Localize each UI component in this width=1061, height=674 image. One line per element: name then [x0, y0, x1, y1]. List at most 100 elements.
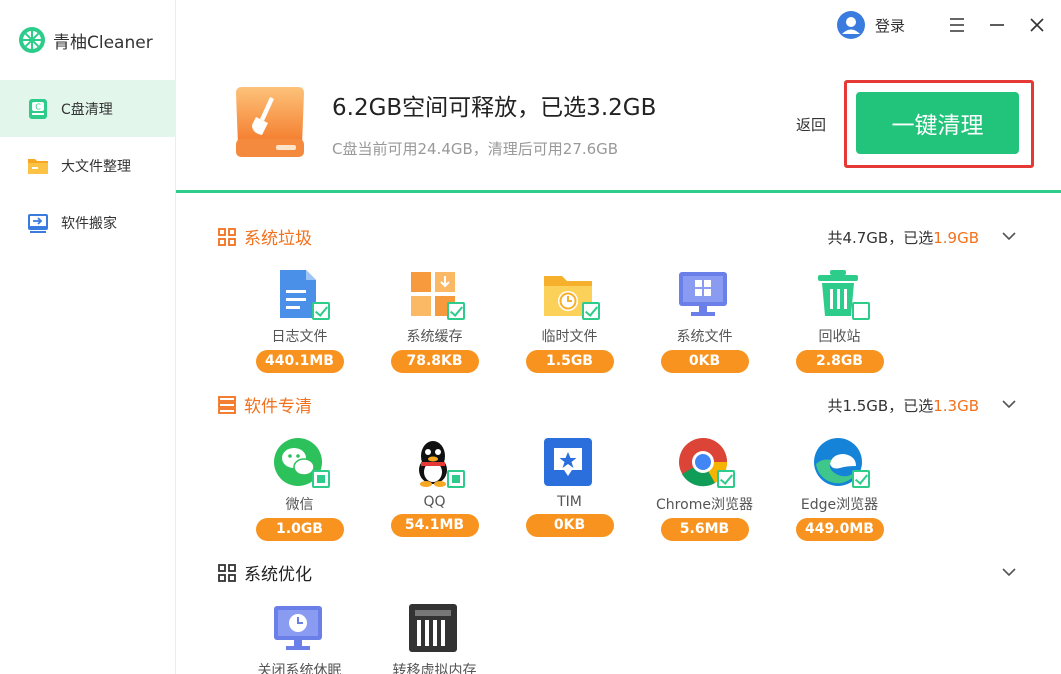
checkbox[interactable]: [851, 470, 870, 488]
chevron-down-icon[interactable]: [1001, 396, 1017, 412]
recycle-bin-icon: [812, 268, 870, 320]
tile-label: 系统缓存: [406, 329, 463, 345]
tile-system-files[interactable]: 系统文件 0KB: [637, 268, 772, 373]
tile-temp-files[interactable]: 临时文件 1.5GB: [502, 268, 637, 373]
folder-icon: [28, 158, 48, 174]
sidebar: 青柚Cleaner C C盘清理 大文件整理 软件搬家: [0, 0, 176, 674]
size-badge: 1.0GB: [255, 518, 344, 541]
tile-move-virtual-memory[interactable]: 转移虚拟内存: [367, 602, 502, 674]
tim-icon: [542, 436, 598, 488]
hibernate-monitor-icon: [272, 602, 328, 654]
checkbox[interactable]: [581, 302, 600, 320]
tile-label: 日志文件: [271, 329, 328, 345]
section-title: 软件专清: [244, 397, 312, 417]
memory-chip-icon: [407, 602, 463, 654]
one-click-clean-button[interactable]: 一键清理: [856, 92, 1019, 154]
app-logo: 青柚Cleaner: [18, 26, 153, 54]
chevron-down-icon[interactable]: [1001, 228, 1017, 244]
junk-tiles: 日志文件 440.1MB 系统缓存 78.8KB 临时文件 1.5GB 系统文件…: [232, 268, 907, 373]
sidebar-item-large-files[interactable]: 大文件整理: [0, 137, 176, 194]
sidebar-item-label: 软件搬家: [61, 215, 117, 232]
qq-penguin-icon: [407, 436, 465, 488]
tile-system-cache[interactable]: 系统缓存 78.8KB: [367, 268, 502, 373]
tile-label: Edge浏览器: [800, 497, 879, 513]
back-link[interactable]: 返回: [796, 114, 826, 135]
size-badge: 78.8KB: [390, 350, 479, 373]
edge-icon: [812, 436, 870, 488]
tile-label: Chrome浏览器: [656, 497, 753, 513]
size-badge: 0KB: [660, 350, 749, 373]
tile-wechat[interactable]: 微信 1.0GB: [232, 436, 367, 541]
section-system-optimize: 系统优化 关闭系统休眠 转移虚拟内存: [176, 556, 1061, 674]
size-badge: 440.1MB: [255, 350, 344, 373]
tile-edge[interactable]: Edge浏览器 449.0MB: [772, 436, 907, 541]
section-summary: 共1.5GB，已选1.3GB: [827, 395, 979, 416]
checkbox[interactable]: [446, 470, 465, 488]
tile-disable-hibernate[interactable]: 关闭系统休眠: [232, 602, 367, 674]
checkbox[interactable]: [311, 302, 330, 320]
grapefruit-logo-icon: [19, 27, 45, 53]
system-files-monitor-icon: [677, 268, 733, 320]
grid-icon: [218, 563, 236, 582]
disk-clean-icon: [236, 87, 304, 157]
size-badge: 449.0MB: [795, 518, 884, 541]
chevron-down-icon[interactable]: [1001, 564, 1017, 580]
section-title: 系统垃圾: [244, 229, 312, 249]
tile-label: QQ: [423, 494, 446, 510]
temp-folder-icon: [542, 268, 600, 320]
tile-label: TIM: [557, 494, 582, 510]
checkbox[interactable]: [446, 302, 465, 320]
wechat-icon: [272, 436, 330, 488]
tile-label: 转移虚拟内存: [392, 663, 477, 674]
tile-label: 关闭系统休眠: [257, 663, 342, 674]
section-software-clean: 软件专清 共1.5GB，已选1.3GB 微信 1.0GB QQ 54.1MB T…: [176, 376, 1061, 556]
summary-header: 6.2GB空间可释放，已选3.2GB C盘当前可用24.4GB，清理后可用27.…: [176, 0, 1061, 193]
size-badge: 0KB: [525, 514, 614, 537]
section-header: 系统优化: [218, 560, 312, 585]
summary-total: 共4.7GB，已选: [827, 229, 934, 247]
clean-content: 系统垃圾 共4.7GB，已选1.9GB 日志文件 440.1MB 系统缓存 78…: [176, 196, 1061, 674]
disk-available-info: C盘当前可用24.4GB，清理后可用27.6GB: [332, 140, 619, 158]
svg-text:C: C: [35, 102, 41, 111]
sidebar-item-label: C盘清理: [61, 101, 113, 118]
system-cache-icon: [407, 268, 465, 320]
checkbox[interactable]: [851, 302, 870, 320]
tile-chrome[interactable]: Chrome浏览器 5.6MB: [637, 436, 772, 541]
sidebar-nav: C C盘清理 大文件整理 软件搬家: [0, 80, 176, 251]
tile-label: 临时文件: [541, 329, 598, 345]
tile-qq[interactable]: QQ 54.1MB: [367, 436, 502, 541]
sidebar-item-software-move[interactable]: 软件搬家: [0, 194, 176, 251]
tile-tim[interactable]: TIM 0KB: [502, 436, 637, 541]
size-badge: 2.8GB: [795, 350, 884, 373]
checkbox[interactable]: [716, 470, 735, 488]
summary-selected: 1.9GB: [933, 229, 979, 247]
releasable-space-headline: 6.2GB空间可释放，已选3.2GB: [332, 95, 657, 121]
tile-label: 系统文件: [676, 329, 733, 345]
section-header: 系统垃圾: [218, 224, 312, 249]
tile-label: 微信: [285, 497, 314, 513]
tile-log-files[interactable]: 日志文件 440.1MB: [232, 268, 367, 373]
tile-label: 回收站: [818, 329, 861, 345]
size-badge: 54.1MB: [390, 514, 479, 537]
section-title: 系统优化: [244, 565, 312, 585]
section-summary: 共4.7GB，已选1.9GB: [827, 227, 979, 248]
summary-total: 共1.5GB，已选: [827, 397, 934, 415]
size-badge: 5.6MB: [660, 518, 749, 541]
log-file-icon: [272, 268, 330, 320]
drive-clean-icon: C: [29, 98, 47, 119]
sidebar-item-label: 大文件整理: [61, 158, 131, 175]
app-name: 青柚Cleaner: [53, 32, 153, 53]
chrome-icon: [677, 436, 735, 488]
section-header: 软件专清: [218, 392, 312, 417]
software-tiles: 微信 1.0GB QQ 54.1MB TIM 0KB Chrome浏览器 5.6…: [232, 436, 907, 541]
optimize-tiles: 关闭系统休眠 转移虚拟内存: [232, 602, 502, 674]
list-icon: [218, 395, 236, 414]
size-badge: 1.5GB: [525, 350, 614, 373]
software-move-icon: [28, 213, 48, 233]
sidebar-item-c-drive-clean[interactable]: C C盘清理: [0, 80, 176, 137]
section-system-junk: 系统垃圾 共4.7GB，已选1.9GB 日志文件 440.1MB 系统缓存 78…: [176, 196, 1061, 376]
summary-selected: 1.3GB: [933, 397, 979, 415]
tile-recycle-bin[interactable]: 回收站 2.8GB: [772, 268, 907, 373]
checkbox[interactable]: [311, 470, 330, 488]
grid-icon: [218, 227, 236, 246]
